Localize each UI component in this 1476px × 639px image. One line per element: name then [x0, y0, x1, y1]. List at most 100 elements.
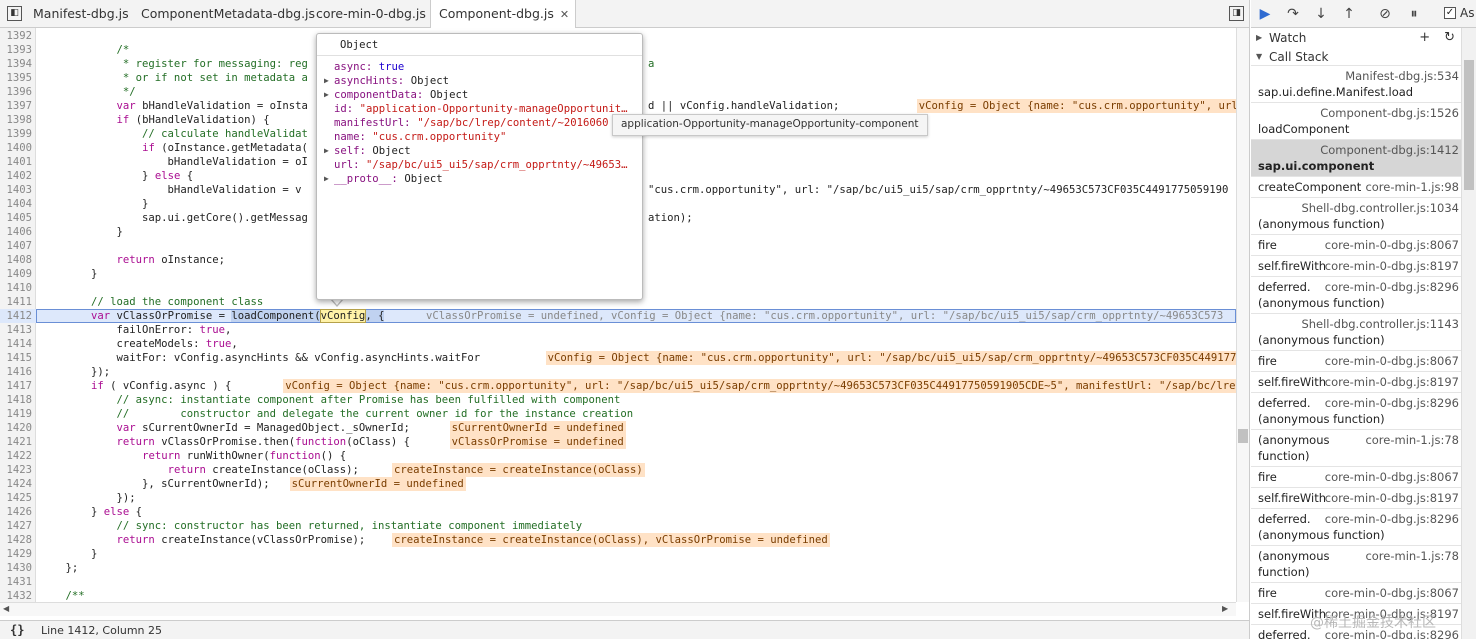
call-frame[interactable]: sap.ui.component Component-dbg.js:1412	[1251, 139, 1461, 176]
call-frame[interactable]: fire core-min-0-dbg.js:8067	[1251, 466, 1461, 487]
call-frame[interactable]: fire core-min-0-dbg.js:8067	[1251, 234, 1461, 255]
line-number[interactable]: 1397	[0, 99, 32, 113]
line-number[interactable]: 1425	[0, 491, 32, 505]
call-frame[interactable]: (anonymous function) Shell-dbg.controller…	[1251, 197, 1461, 234]
watch-section-header[interactable]: ▶ Watch + ↻	[1251, 28, 1461, 48]
close-tab-icon[interactable]: ✕	[560, 8, 569, 21]
resume-icon[interactable]: ▶︎	[1255, 4, 1275, 24]
editor-horizontal-scrollbar[interactable]: ◀ ▶	[0, 602, 1236, 616]
line-number[interactable]: 1417	[0, 379, 32, 393]
code-text: bHandleValidation = oI	[40, 156, 308, 168]
inline-variable-value: vConfig = Object {name: "cus.crm.opportu…	[916, 99, 1236, 113]
line-number[interactable]: 1429	[0, 547, 32, 561]
popover-property[interactable]: ▶ self: Object	[317, 144, 642, 158]
step-over-icon[interactable]: ↷	[1283, 4, 1303, 24]
call-frame[interactable]: self.fireWith core-min-0-dbg.js:8197	[1251, 255, 1461, 276]
popover-property[interactable]: ▶ componentData: Object	[317, 88, 642, 102]
line-number[interactable]: 1430	[0, 561, 32, 575]
call-frame[interactable]: self.fireWith core-min-0-dbg.js:8197	[1251, 371, 1461, 392]
line-number[interactable]: 1428	[0, 533, 32, 547]
call-frame[interactable]: fire core-min-0-dbg.js:8067	[1251, 582, 1461, 603]
refresh-icon[interactable]: ↻	[1444, 30, 1455, 45]
scroll-thumb[interactable]	[1464, 60, 1474, 190]
editor-vertical-scrollbar[interactable]	[1236, 28, 1249, 602]
add-watch-icon[interactable]: +	[1419, 30, 1430, 45]
line-number[interactable]: 1411	[0, 295, 32, 309]
line-number[interactable]: 1415	[0, 351, 32, 365]
async-checkbox[interactable]: ✓	[1444, 7, 1456, 19]
line-number[interactable]: 1421	[0, 435, 32, 449]
scroll-thumb[interactable]	[1238, 429, 1248, 443]
step-into-icon[interactable]: ↓	[1311, 4, 1331, 24]
line-number[interactable]: 1400	[0, 141, 32, 155]
call-frame[interactable]: (anonymous function) deferred. core-min-0-…	[1251, 508, 1461, 545]
scroll-right-icon[interactable]: ▶	[1222, 604, 1228, 613]
line-number[interactable]: 1405	[0, 211, 32, 225]
call-frame[interactable]: fire core-min-0-dbg.js:8067	[1251, 350, 1461, 371]
scroll-left-icon[interactable]: ◀	[3, 604, 9, 613]
line-number[interactable]: 1412	[0, 309, 32, 323]
callstack-section-header[interactable]: ▼ Call Stack	[1251, 47, 1461, 67]
line-number[interactable]: 1398	[0, 113, 32, 127]
toggle-drawer-icon[interactable]: ◧	[7, 6, 22, 21]
call-frame[interactable]: self.fireWith core-min-0-dbg.js:8197	[1251, 487, 1461, 508]
line-number[interactable]: 1426	[0, 505, 32, 519]
tab-componentmetadata[interactable]: ComponentMetadata-dbg.js	[133, 0, 321, 28]
line-number[interactable]: 1403	[0, 183, 32, 197]
call-frame[interactable]: loadComponent Component-dbg.js:1526	[1251, 102, 1461, 139]
line-number[interactable]: 1402	[0, 169, 32, 183]
line-number[interactable]: 1408	[0, 253, 32, 267]
line-number[interactable]: 1427	[0, 519, 32, 533]
line-number[interactable]: 1395	[0, 71, 32, 85]
property-value: true	[378, 61, 405, 73]
popover-property[interactable]: ▶ asyncHints: Object	[317, 74, 642, 88]
line-number[interactable]: 1392	[0, 29, 32, 43]
line-number[interactable]: 1432	[0, 589, 32, 602]
line-number[interactable]: 1423	[0, 463, 32, 477]
line-number[interactable]: 1420	[0, 421, 32, 435]
line-number[interactable]: 1422	[0, 449, 32, 463]
frame-function-cont: (anonymous function)	[1258, 296, 1385, 310]
call-frame[interactable]: (anonymous function) Shell-dbg.controller…	[1251, 313, 1461, 350]
line-number[interactable]: 1406	[0, 225, 32, 239]
line-number[interactable]: 1407	[0, 239, 32, 253]
line-number[interactable]: 1416	[0, 365, 32, 379]
code-text: var bHandleValidation = oInsta	[116, 100, 308, 112]
expand-triangle-icon[interactable]: ▶	[324, 144, 329, 158]
line-number[interactable]: 1419	[0, 407, 32, 421]
tab-component[interactable]: Component-dbg.js ✕	[430, 0, 577, 29]
pause-on-exceptions-icon[interactable]: ⏸	[1404, 4, 1424, 24]
popover-property[interactable]: ▶ __proto__: Object	[317, 172, 642, 186]
object-popover[interactable]: Object async: true ▶ asyncHints: Object ▶ comp…	[316, 33, 643, 300]
code-line: 1425 });	[0, 491, 1236, 505]
pretty-print-button[interactable]: {}	[10, 623, 24, 637]
call-frame[interactable]: function) (anonymous core-min-1.js:78	[1251, 429, 1461, 466]
line-number[interactable]: 1424	[0, 477, 32, 491]
call-frame[interactable]: sap.ui.define.Manifest.load Manifest-dbg.…	[1251, 65, 1461, 102]
step-out-icon[interactable]: ↑	[1339, 4, 1359, 24]
tab-core-min[interactable]: core-min-0-dbg.js	[308, 0, 432, 28]
call-frame[interactable]: (anonymous function) deferred. core-min-0-…	[1251, 392, 1461, 429]
deactivate-breakpoints-icon[interactable]: ⊘	[1375, 4, 1395, 24]
line-number[interactable]: 1396	[0, 85, 32, 99]
line-number[interactable]: 1413	[0, 323, 32, 337]
expand-triangle-icon[interactable]: ▶	[324, 172, 329, 186]
call-frame[interactable]: function) (anonymous core-min-1.js:78	[1251, 545, 1461, 582]
tab-manifest[interactable]: Manifest-dbg.js	[25, 0, 135, 28]
line-number[interactable]: 1399	[0, 127, 32, 141]
line-number[interactable]: 1418	[0, 393, 32, 407]
line-number[interactable]: 1394	[0, 57, 32, 71]
line-number[interactable]: 1431	[0, 575, 32, 589]
expand-triangle-icon[interactable]: ▶	[324, 74, 329, 88]
line-number[interactable]: 1410	[0, 281, 32, 295]
line-number[interactable]: 1393	[0, 43, 32, 57]
sidebar-scrollbar[interactable]	[1461, 28, 1476, 639]
expand-triangle-icon[interactable]: ▶	[324, 88, 329, 102]
line-number[interactable]: 1414	[0, 337, 32, 351]
toggle-debugger-icon[interactable]: ◨	[1229, 6, 1244, 21]
line-number[interactable]: 1404	[0, 197, 32, 211]
line-number[interactable]: 1409	[0, 267, 32, 281]
call-frame[interactable]: (anonymous function) deferred. core-min-0-…	[1251, 276, 1461, 313]
call-frame[interactable]: createComponent core-min-1.js:98	[1251, 176, 1461, 197]
line-number[interactable]: 1401	[0, 155, 32, 169]
